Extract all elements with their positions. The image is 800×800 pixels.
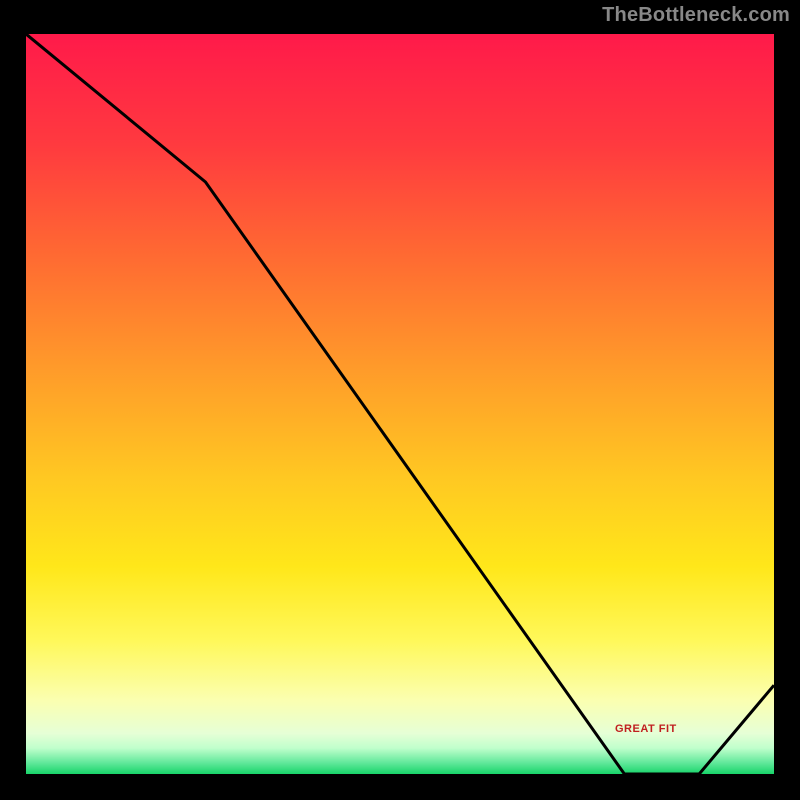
- bottleneck-curve-chart: [26, 34, 774, 774]
- chart-container: TheBottleneck.com GREAT FIT: [0, 0, 800, 800]
- plot-frame: [20, 28, 780, 780]
- gradient-background: [26, 34, 774, 774]
- watermark-text: TheBottleneck.com: [602, 4, 790, 27]
- great-fit-label: GREAT FIT: [615, 723, 677, 735]
- plot-area: [26, 34, 774, 774]
